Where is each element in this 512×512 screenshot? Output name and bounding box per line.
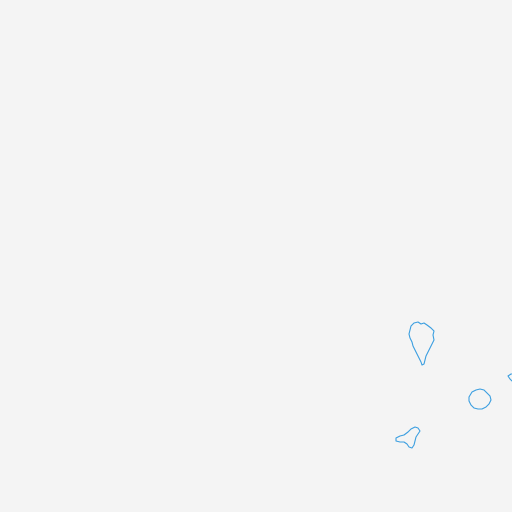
island-la-palma — [408, 321, 435, 366]
island-tenerife-edge — [507, 373, 512, 382]
island-el-hierro — [395, 426, 421, 449]
map-canvas[interactable] — [0, 0, 512, 512]
island-la-gomera — [468, 388, 492, 410]
map-tile[interactable] — [0, 0, 512, 512]
